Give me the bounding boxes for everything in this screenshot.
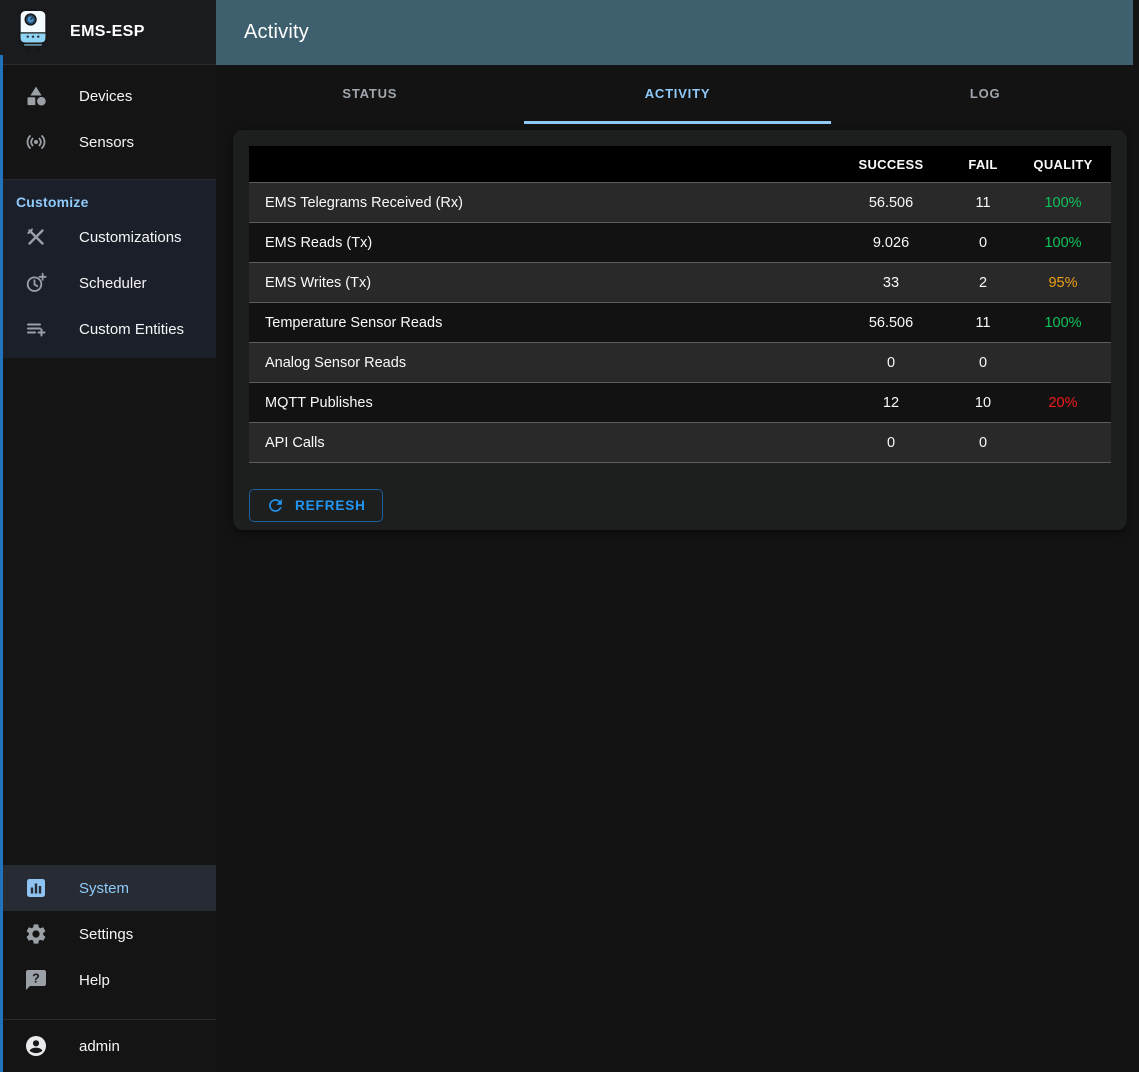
fail-value: 11 xyxy=(951,183,1015,223)
fail-value: 2 xyxy=(951,263,1015,303)
category-icon xyxy=(24,84,48,108)
playlist-add-icon xyxy=(24,317,48,341)
success-value: 0 xyxy=(831,343,951,383)
sidebar: EMS-ESP Devices xyxy=(0,0,216,1072)
success-value: 12 xyxy=(831,383,951,423)
row-label: API Calls xyxy=(249,423,831,463)
success-value: 56.506 xyxy=(831,303,951,343)
column-success: SUCCESS xyxy=(831,146,951,183)
appbar: Activity xyxy=(216,0,1139,65)
success-value: 0 xyxy=(831,423,951,463)
left-scrollbar[interactable] xyxy=(0,55,3,1072)
sidebar-item-label: Custom Entities xyxy=(79,321,184,338)
right-scroll-gutter xyxy=(1133,0,1139,1072)
sidebar-item-label: Help xyxy=(79,972,110,989)
sidebar-item-settings[interactable]: Settings xyxy=(0,911,216,957)
table-row: EMS Writes (Tx) 33 2 95% xyxy=(249,263,1111,303)
quality-value: 20% xyxy=(1015,383,1111,423)
fail-value: 0 xyxy=(951,423,1015,463)
main-content: Activity STATUS ACTIVITY LOG SUCCESS FAI… xyxy=(216,0,1139,1072)
column-blank xyxy=(249,146,831,183)
row-label: MQTT Publishes xyxy=(249,383,831,423)
row-label: EMS Writes (Tx) xyxy=(249,263,831,303)
success-value: 9.026 xyxy=(831,223,951,263)
more-time-icon xyxy=(24,271,48,295)
row-label: EMS Telegrams Received (Rx) xyxy=(249,183,831,223)
refresh-button-label: REFRESH xyxy=(295,498,366,513)
table-row: EMS Reads (Tx) 9.026 0 100% xyxy=(249,223,1111,263)
tab-status[interactable]: STATUS xyxy=(216,65,524,124)
sidebar-spacer xyxy=(0,358,216,865)
activity-card: SUCCESS FAIL QUALITY EMS Telegrams Recei… xyxy=(233,130,1127,530)
table-row: Temperature Sensor Reads 56.506 11 100% xyxy=(249,303,1111,343)
fail-value: 0 xyxy=(951,343,1015,383)
sidebar-item-customizations[interactable]: Customizations xyxy=(0,214,216,260)
row-label: Analog Sensor Reads xyxy=(249,343,831,383)
sidebar-item-label: Devices xyxy=(79,88,132,105)
quality-value xyxy=(1015,343,1111,383)
app-title: EMS-ESP xyxy=(70,23,145,41)
fail-value: 11 xyxy=(951,303,1015,343)
quality-value: 100% xyxy=(1015,223,1111,263)
account-circle-icon xyxy=(24,1034,48,1058)
column-quality: QUALITY xyxy=(1015,146,1111,183)
refresh-icon xyxy=(266,496,285,515)
customize-section-title: Customize xyxy=(0,180,216,214)
sidebar-item-help[interactable]: ? Help xyxy=(0,957,216,1003)
sidebar-item-label: Sensors xyxy=(79,134,134,151)
boiler-logo-icon xyxy=(12,7,54,58)
table-header-row: SUCCESS FAIL QUALITY xyxy=(249,146,1111,183)
column-fail: FAIL xyxy=(951,146,1015,183)
ems-esp-app: EMS-ESP Devices xyxy=(0,0,1139,1072)
sidebar-item-custom-entities[interactable]: Custom Entities xyxy=(0,306,216,352)
sidebar-item-label: Settings xyxy=(79,926,133,943)
activity-table: SUCCESS FAIL QUALITY EMS Telegrams Recei… xyxy=(249,146,1111,463)
quality-value: 95% xyxy=(1015,263,1111,303)
table-row: API Calls 0 0 xyxy=(249,423,1111,463)
sidebar-nav-top: Devices Sensors xyxy=(0,65,216,165)
quality-value xyxy=(1015,423,1111,463)
quality-value: 100% xyxy=(1015,303,1111,343)
fail-value: 0 xyxy=(951,223,1015,263)
page-title: Activity xyxy=(244,21,309,44)
fail-value: 10 xyxy=(951,383,1015,423)
quality-value: 100% xyxy=(1015,183,1111,223)
tab-log[interactable]: LOG xyxy=(831,65,1139,124)
sidebar-nav-bottom: System Settings ? Help xyxy=(0,865,216,1003)
username: admin xyxy=(79,1038,120,1055)
sidebar-item-label: Scheduler xyxy=(79,275,147,292)
help-bubble-icon: ? xyxy=(24,968,48,992)
sidebar-item-label: System xyxy=(79,880,129,897)
tab-bar: STATUS ACTIVITY LOG xyxy=(216,65,1139,124)
row-label: Temperature Sensor Reads xyxy=(249,303,831,343)
customize-section: Customize Customizations xyxy=(0,179,216,358)
sensors-icon xyxy=(24,130,48,154)
table-row: MQTT Publishes 12 10 20% xyxy=(249,383,1111,423)
table-row: Analog Sensor Reads 0 0 xyxy=(249,343,1111,383)
refresh-button[interactable]: REFRESH xyxy=(249,489,383,522)
sidebar-item-system[interactable]: System xyxy=(0,865,216,911)
gear-icon xyxy=(24,922,48,946)
table-row: EMS Telegrams Received (Rx) 56.506 11 10… xyxy=(249,183,1111,223)
sidebar-item-sensors[interactable]: Sensors xyxy=(0,119,216,165)
success-value: 33 xyxy=(831,263,951,303)
row-label: EMS Reads (Tx) xyxy=(249,223,831,263)
analytics-icon xyxy=(24,876,48,900)
sidebar-item-label: Customizations xyxy=(79,229,182,246)
sidebar-item-scheduler[interactable]: Scheduler xyxy=(0,260,216,306)
sidebar-item-devices[interactable]: Devices xyxy=(0,73,216,119)
tab-activity[interactable]: ACTIVITY xyxy=(524,65,832,124)
success-value: 56.506 xyxy=(831,183,951,223)
user-menu[interactable]: admin xyxy=(0,1020,216,1072)
svg-text:?: ? xyxy=(32,972,40,986)
sidebar-header: EMS-ESP xyxy=(0,0,216,65)
construction-icon xyxy=(24,225,48,249)
